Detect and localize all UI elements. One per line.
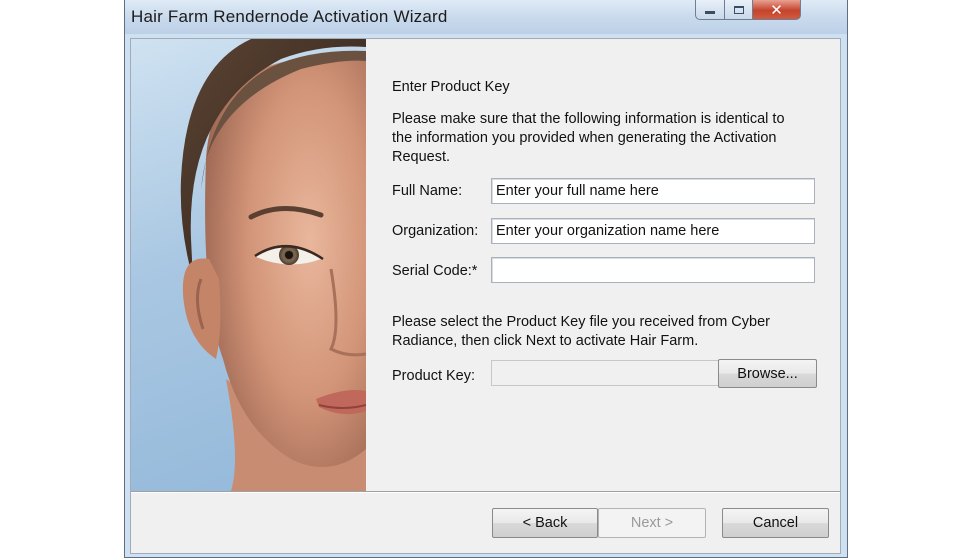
info-text-line-3: Request. <box>392 149 451 165</box>
window-title: Hair Farm Rendernode Activation Wizard <box>131 7 448 26</box>
maximize-button[interactable] <box>725 0 753 20</box>
close-button[interactable]: ✕ <box>753 0 801 20</box>
footer-separator <box>131 491 840 493</box>
info-text-line-1: Please make sure that the following info… <box>392 111 785 127</box>
wizard-client-area: Enter Product Key Please make sure that … <box>130 38 841 554</box>
wizard-window: Hair Farm Rendernode Activation Wizard ✕ <box>124 0 848 558</box>
title-bar[interactable]: Hair Farm Rendernode Activation Wizard ✕ <box>125 0 847 34</box>
product-key-instruction-line-2: Radiance, then click Next to activate Ha… <box>392 333 699 349</box>
browse-button[interactable]: Browse... <box>718 359 817 388</box>
minimize-icon <box>705 11 715 14</box>
wizard-content: Enter Product Key Please make sure that … <box>366 39 840 491</box>
product-key-label: Product Key: <box>392 368 476 384</box>
serial-code-label: Serial Code:* <box>392 263 478 279</box>
full-name-field[interactable]: Enter your full name here <box>491 178 815 204</box>
serial-code-field[interactable] <box>491 257 815 283</box>
page-heading: Enter Product Key <box>392 79 510 95</box>
cancel-button[interactable]: Cancel <box>722 508 829 538</box>
organization-field[interactable]: Enter your organization name here <box>491 218 815 244</box>
full-name-label: Full Name: <box>392 183 463 199</box>
wizard-side-image <box>131 39 366 491</box>
next-button[interactable]: Next > <box>598 508 706 538</box>
organization-label: Organization: <box>392 223 479 239</box>
info-text-line-2: the information you provided when genera… <box>392 130 777 146</box>
minimize-button[interactable] <box>695 0 725 20</box>
face-portrait-image <box>180 39 366 491</box>
back-button[interactable]: < Back <box>492 508 598 538</box>
product-key-instruction-line-1: Please select the Product Key file you r… <box>392 314 770 330</box>
product-key-field <box>491 360 719 386</box>
maximize-icon <box>733 5 744 14</box>
close-icon: ✕ <box>770 0 783 19</box>
